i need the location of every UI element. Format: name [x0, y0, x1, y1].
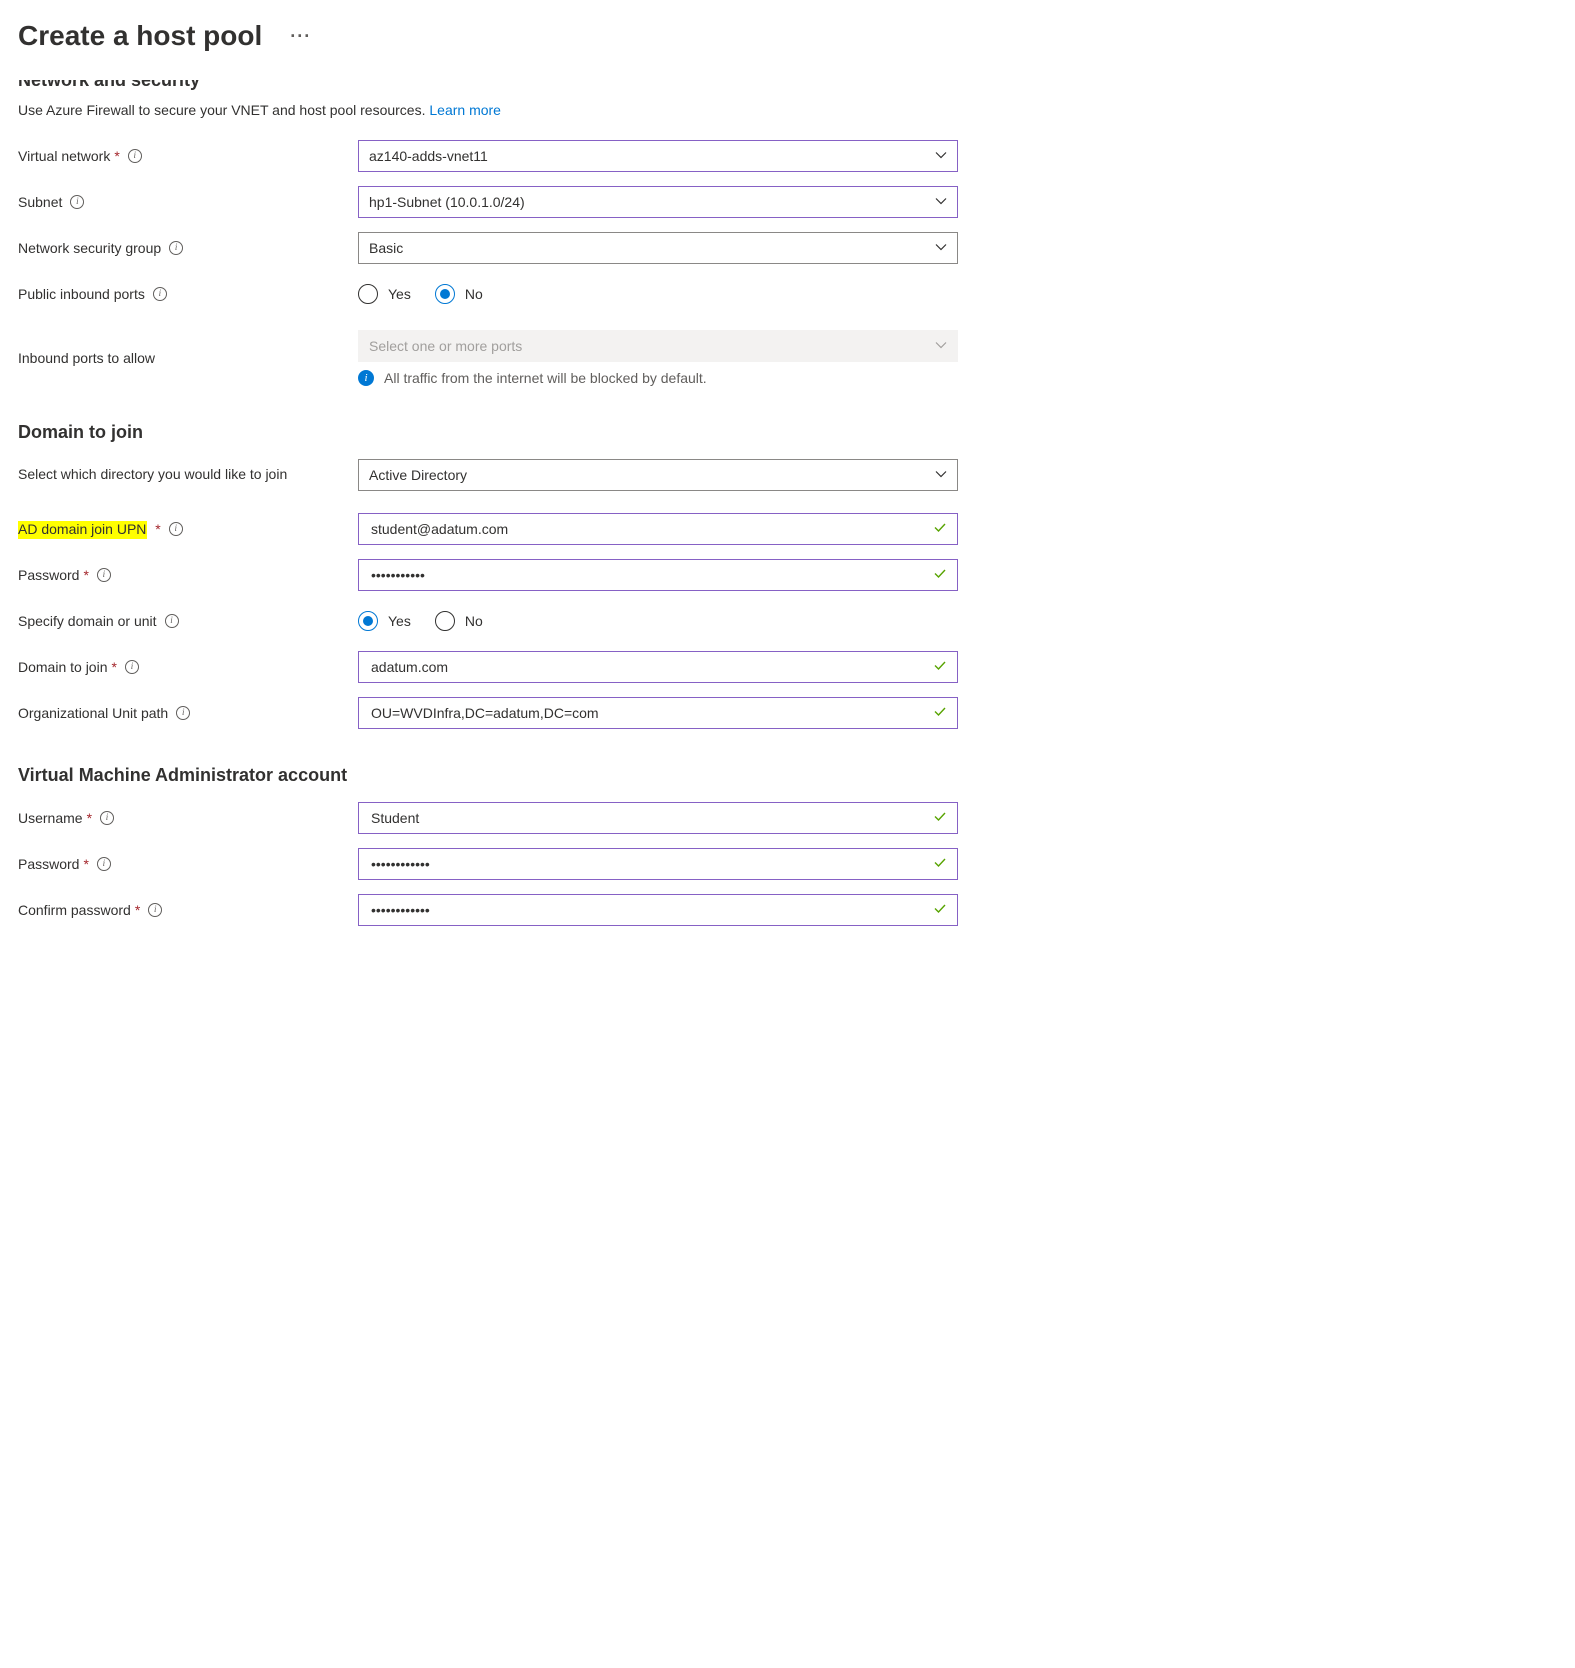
djoin-input[interactable]: [358, 651, 958, 683]
pip-label: Public inbound ports i: [18, 285, 358, 304]
info-icon[interactable]: i: [169, 522, 183, 536]
inbound-info-banner: i All traffic from the internet will be …: [358, 370, 958, 386]
vnet-label: Virtual network* i: [18, 147, 358, 166]
info-icon[interactable]: i: [97, 857, 111, 871]
chevron-down-icon: [935, 338, 947, 354]
chevron-down-icon: [935, 148, 947, 164]
check-icon: [933, 810, 947, 827]
chevron-down-icon: [935, 240, 947, 256]
vmadmin-user-input[interactable]: [358, 802, 958, 834]
subnet-select[interactable]: hp1-Subnet (10.0.1.0/24): [358, 186, 958, 218]
network-description: Use Azure Firewall to secure your VNET a…: [18, 102, 982, 118]
vmadmin-cpw-label: Confirm password* i: [18, 901, 358, 920]
info-icon: i: [358, 370, 374, 386]
upn-label: AD domain join UPN * i: [18, 520, 358, 539]
vnet-select[interactable]: az140-adds-vnet11: [358, 140, 958, 172]
pip-yes-radio[interactable]: Yes: [358, 284, 411, 304]
ou-input[interactable]: [358, 697, 958, 729]
info-icon[interactable]: i: [165, 614, 179, 628]
info-icon[interactable]: i: [97, 568, 111, 582]
dir-label: Select which directory you would like to…: [18, 459, 358, 484]
vmadmin-pw-label: Password* i: [18, 855, 358, 874]
inbound-select: Select one or more ports: [358, 330, 958, 362]
check-icon: [933, 521, 947, 538]
vmadmin-pw-input[interactable]: [358, 848, 958, 880]
vmadmin-cpw-input[interactable]: [358, 894, 958, 926]
section-heading-network-cutoff: Network and security: [18, 80, 982, 92]
vmadmin-user-label: Username* i: [18, 809, 358, 828]
info-icon[interactable]: i: [176, 706, 190, 720]
spec-no-radio[interactable]: No: [435, 611, 483, 631]
upn-input[interactable]: [358, 513, 958, 545]
info-icon[interactable]: i: [148, 903, 162, 917]
subnet-label: Subnet i: [18, 193, 358, 212]
domain-pw-input[interactable]: [358, 559, 958, 591]
chevron-down-icon: [935, 194, 947, 210]
learn-more-link[interactable]: Learn more: [429, 102, 501, 118]
pip-no-radio[interactable]: No: [435, 284, 483, 304]
domain-pw-label: Password* i: [18, 566, 358, 585]
info-icon[interactable]: i: [153, 287, 167, 301]
spec-label: Specify domain or unit i: [18, 612, 358, 631]
vmadmin-heading: Virtual Machine Administrator account: [18, 765, 982, 786]
more-button[interactable]: ···: [290, 26, 311, 47]
check-icon: [933, 856, 947, 873]
info-icon[interactable]: i: [125, 660, 139, 674]
info-icon[interactable]: i: [70, 195, 84, 209]
check-icon: [933, 567, 947, 584]
ou-label: Organizational Unit path i: [18, 704, 358, 723]
inbound-label: Inbound ports to allow: [18, 349, 358, 368]
chevron-down-icon: [935, 467, 947, 483]
directory-select[interactable]: Active Directory: [358, 459, 958, 491]
spec-radio-group: Yes No: [358, 611, 958, 631]
spec-yes-radio[interactable]: Yes: [358, 611, 411, 631]
domain-heading: Domain to join: [18, 422, 982, 443]
info-icon[interactable]: i: [128, 149, 142, 163]
check-icon: [933, 902, 947, 919]
info-icon[interactable]: i: [100, 811, 114, 825]
nsg-label: Network security group i: [18, 239, 358, 258]
page-title: Create a host pool ···: [18, 20, 982, 52]
info-icon[interactable]: i: [169, 241, 183, 255]
nsg-select[interactable]: Basic: [358, 232, 958, 264]
djoin-label: Domain to join* i: [18, 658, 358, 677]
check-icon: [933, 705, 947, 722]
check-icon: [933, 659, 947, 676]
pip-radio-group: Yes No: [358, 284, 958, 304]
